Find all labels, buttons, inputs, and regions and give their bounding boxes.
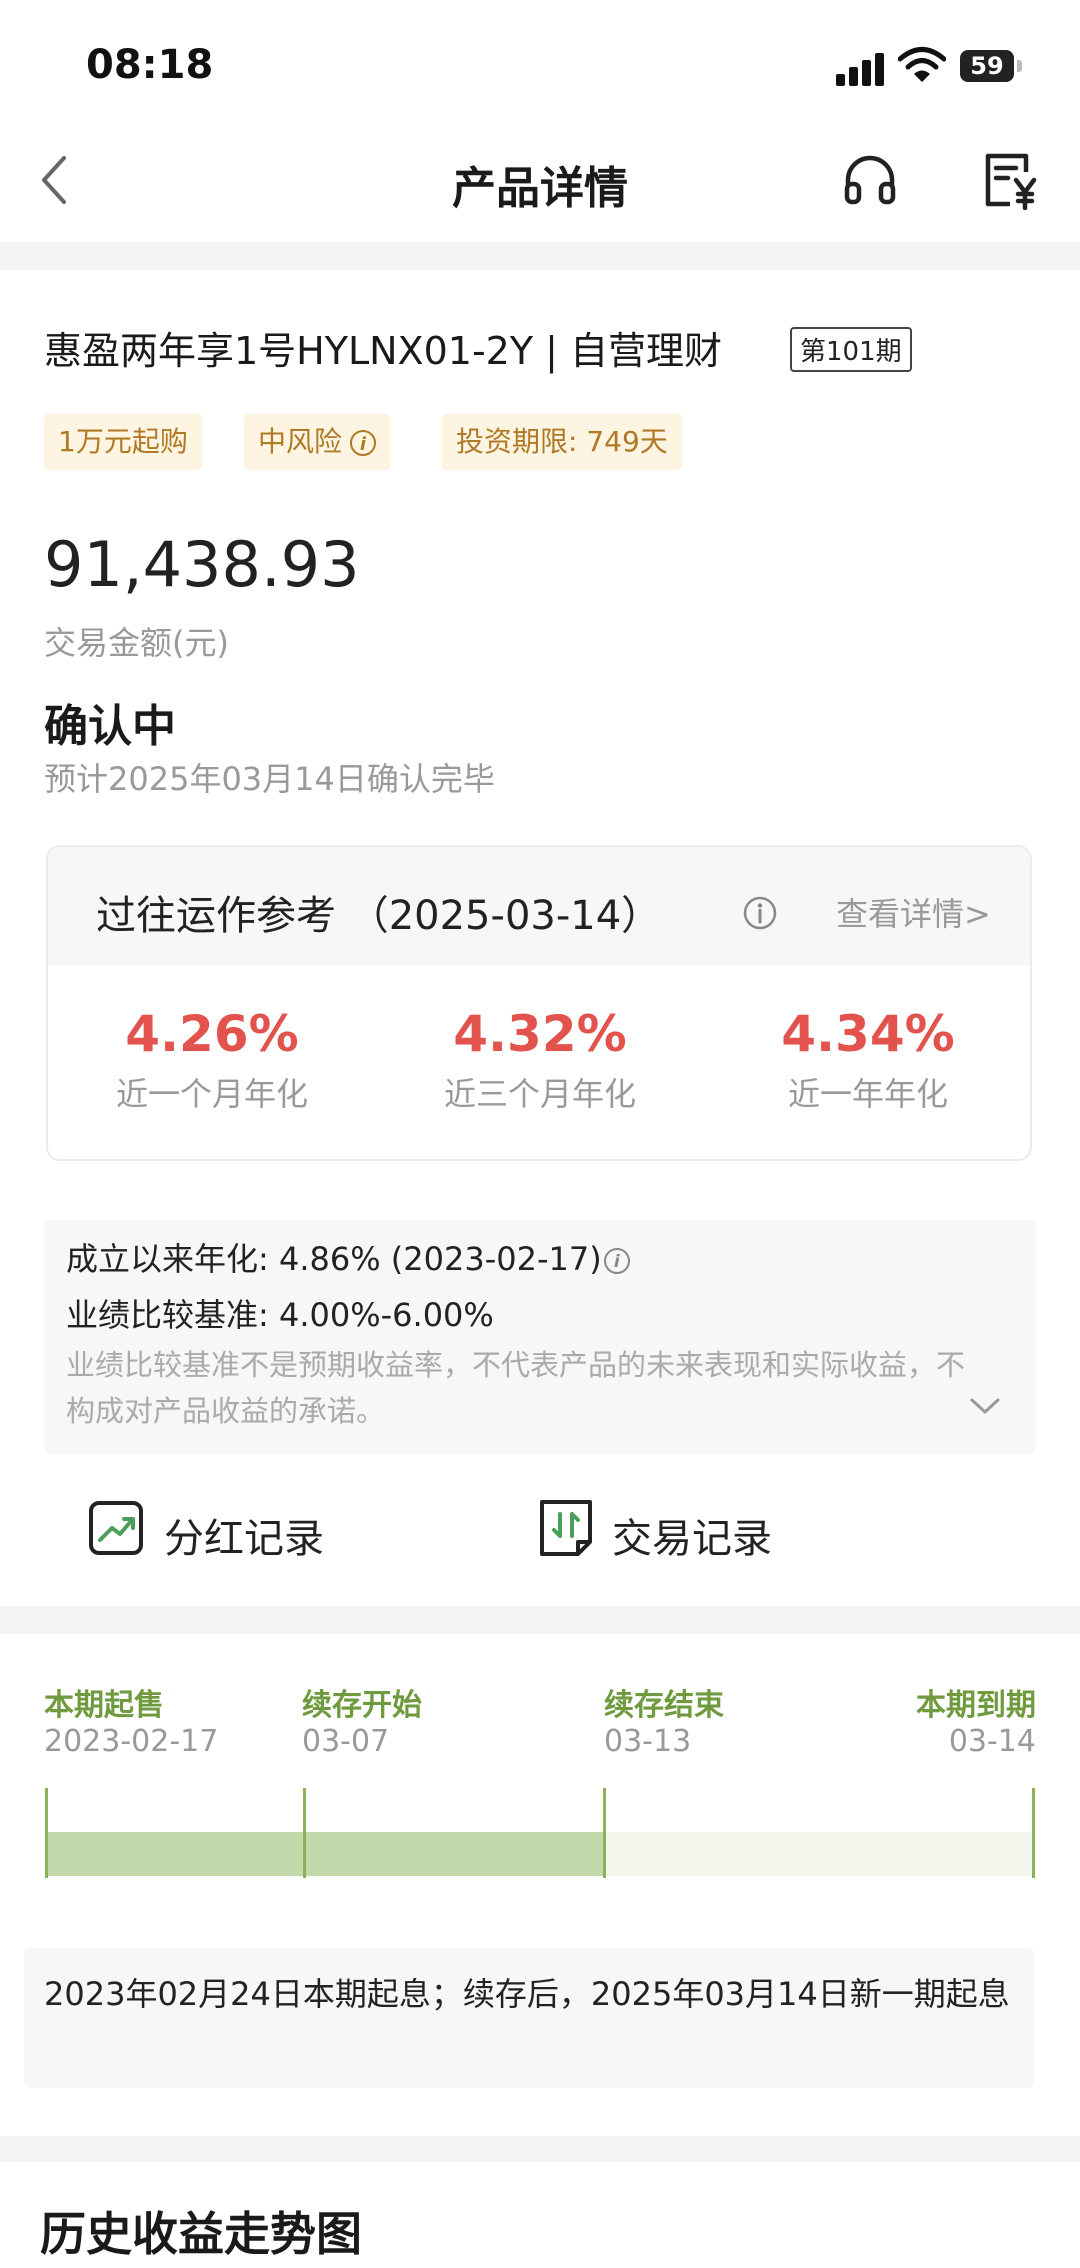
milestone-name: 续存开始	[302, 1688, 422, 1723]
timeline-tick	[303, 1788, 306, 1878]
section-divider	[0, 1606, 1080, 1634]
section-divider	[0, 2136, 1080, 2162]
customer-service-headset-icon[interactable]	[842, 152, 898, 208]
tag-investment-term: 投资期限: 749天	[442, 414, 682, 470]
info-icon[interactable]: i	[603, 1248, 630, 1274]
period-badge: 第101期	[790, 327, 912, 372]
rate-value: 4.34%	[781, 1005, 955, 1063]
status-subtitle: 预计2025年03月14日确认完毕	[44, 760, 495, 798]
page-title: 产品详情	[452, 163, 628, 214]
bill-yuan-icon[interactable]	[982, 150, 1038, 210]
performance-card: 过往运作参考 （2025-03-14） 查看详情> 4.26% 近一个月年化 4…	[46, 845, 1032, 1161]
tag-risk-level[interactable]: 中风险 i	[244, 414, 391, 470]
milestone-name: 本期到期	[916, 1688, 1036, 1723]
rate-label: 近一个月年化	[115, 1075, 308, 1113]
timeline-progress-remaining	[604, 1832, 1034, 1876]
info-icon[interactable]: i	[350, 430, 377, 456]
performance-title: 过往运作参考 （2025-03-14）	[96, 893, 662, 939]
transaction-amount-label: 交易金额(元)	[44, 624, 229, 662]
milestone-date: 2023-02-17	[44, 1724, 219, 1759]
trade-document-icon[interactable]	[538, 1498, 594, 1558]
view-details-link[interactable]: 查看详情>	[836, 889, 991, 935]
cellular-signal-icon	[836, 52, 886, 86]
benchmark-text: 业绩比较基准: 4.00%-6.00%	[66, 1296, 494, 1334]
chevron-down-icon[interactable]	[968, 1394, 1002, 1418]
annualized-since-inception: 成立以来年化: 4.86% (2023-02-17) i	[66, 1234, 630, 1280]
product-name: 惠盈两年享1号HYLNX01-2Y | 自营理财	[44, 329, 723, 373]
timeline-progress-filled	[46, 1832, 604, 1876]
disclaimer-text: 业绩比较基准不是预期收益率，不代表产品的未来表现和实际收益，不构成对产品收益的承…	[66, 1348, 966, 1428]
milestone-date: 03-14	[948, 1724, 1036, 1759]
dividend-chart-icon[interactable]	[88, 1500, 144, 1556]
milestone-date: 03-13	[604, 1724, 692, 1759]
status-time: 08:18	[86, 42, 214, 88]
benchmark-info-box[interactable]: 成立以来年化: 4.86% (2023-02-17) i 业绩比较基准: 4.00…	[44, 1220, 1036, 1454]
timeline-tick	[45, 1788, 48, 1878]
timeline-tick	[603, 1788, 606, 1878]
milestone-name: 续存结束	[604, 1688, 724, 1723]
battery-icon: 59	[960, 50, 1014, 82]
rate-value: 4.26%	[125, 1005, 299, 1063]
info-icon[interactable]	[742, 895, 778, 931]
section-divider	[0, 242, 1080, 270]
timeline-tick	[1032, 1788, 1035, 1878]
milestone-name: 本期起售	[44, 1688, 164, 1723]
dividend-records-link[interactable]: 分红记录	[164, 1506, 324, 1564]
tag-risk-label: 中风险	[258, 425, 343, 458]
rate-value: 4.32%	[453, 1005, 627, 1063]
milestone-date: 03-07	[302, 1724, 390, 1759]
rate-label: 近一年年化	[787, 1075, 948, 1113]
status-title: 确认中	[44, 701, 176, 752]
rate-label: 近三个月年化	[443, 1075, 636, 1113]
tag-min-purchase: 1万元起购	[44, 414, 202, 470]
interest-note-box: 2023年02月24日本期起息；续存后，2025年03月14日新一期起息	[24, 1948, 1034, 2088]
history-chart-title: 历史收益走势图	[40, 2207, 362, 2261]
wifi-icon	[898, 47, 946, 82]
trade-records-link[interactable]: 交易记录	[612, 1506, 772, 1564]
interest-note-text: 2023年02月24日本期起息；续存后，2025年03月14日新一期起息	[44, 1975, 1010, 2013]
transaction-amount: 91,438.93	[44, 528, 360, 601]
annualized-since-inception-text: 成立以来年化: 4.86% (2023-02-17)	[66, 1240, 602, 1278]
battery-tip	[1017, 60, 1022, 72]
